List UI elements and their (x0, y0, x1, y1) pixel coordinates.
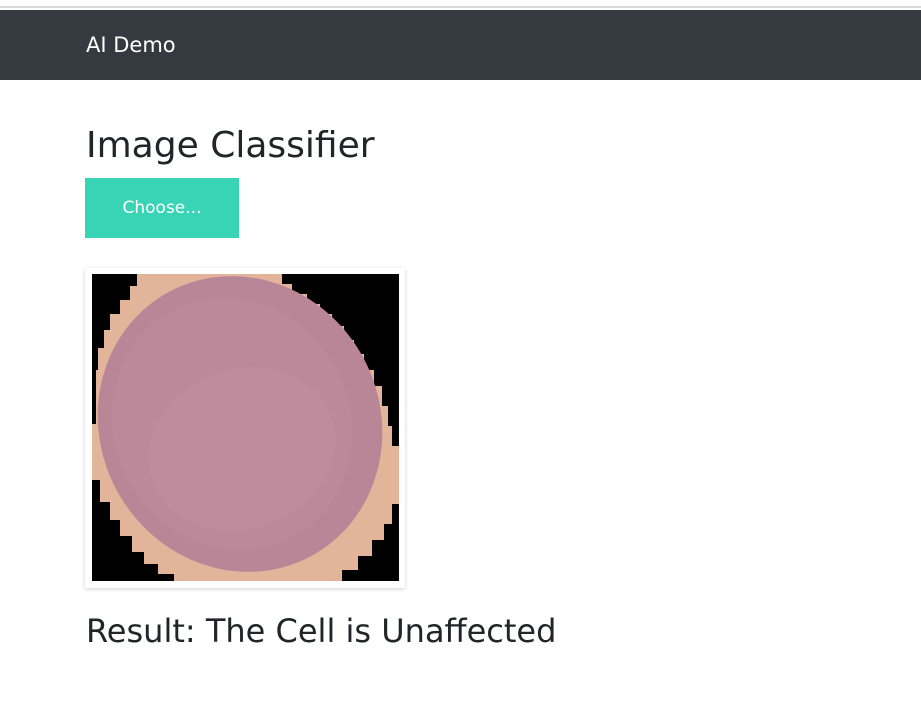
browser-top-edge (0, 0, 921, 8)
classification-result: Result: The Cell is Unaffected (86, 612, 557, 650)
image-preview (85, 268, 405, 588)
navbar-brand[interactable]: AI Demo (86, 32, 176, 58)
navbar: AI Demo (0, 10, 921, 80)
page-title: Image Classifier (86, 125, 375, 166)
choose-file-button[interactable]: Choose... (85, 178, 239, 238)
blood-cell-image (92, 274, 399, 581)
